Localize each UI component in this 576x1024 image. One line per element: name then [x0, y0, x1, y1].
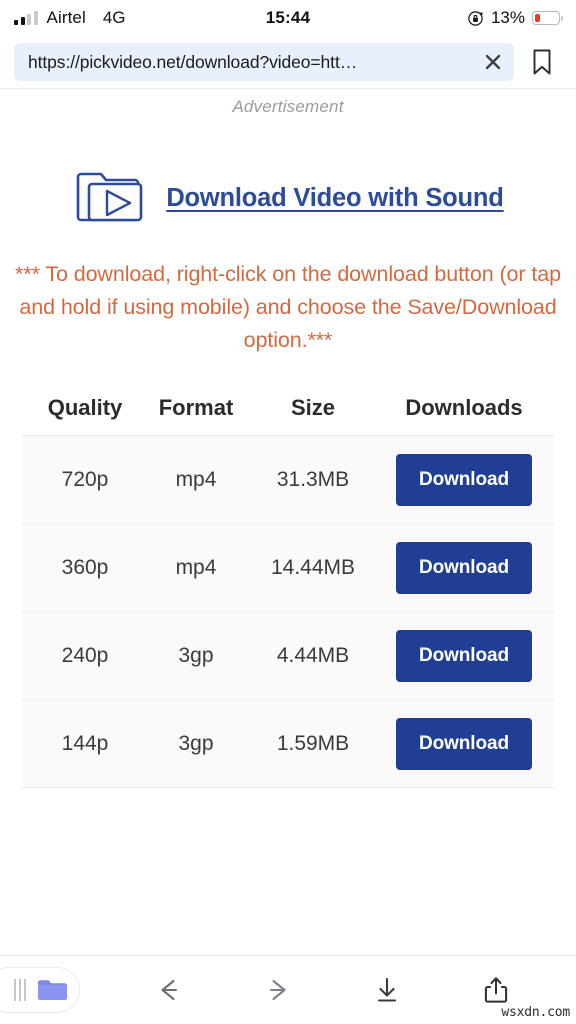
- cell-format: 3gp: [178, 731, 214, 755]
- cell-download: Download: [378, 453, 550, 506]
- watermark: wsxdn.com: [501, 1005, 570, 1020]
- network-type-label: 4G: [102, 8, 126, 27]
- download-button[interactable]: Download: [396, 629, 532, 682]
- cell-format: 3gp: [178, 643, 214, 667]
- page-content: Advertisement Download Video with Sound …: [0, 88, 576, 955]
- cell-size: 1.59MB: [276, 731, 350, 755]
- cell-size: 14.44MB: [270, 555, 356, 579]
- close-icon[interactable]: [478, 47, 508, 77]
- promo-banner[interactable]: Download Video with Sound: [0, 165, 576, 232]
- downloads-table: Quality Format Size Downloads 720p mp4 3…: [22, 395, 554, 788]
- cell-quality: 720p: [61, 467, 109, 491]
- folder-icon: [37, 978, 67, 1002]
- cell-size: 4.44MB: [276, 643, 350, 667]
- status-bar: Airtel 4G 15:44 13%: [0, 0, 576, 36]
- signal-strength-icon: [14, 11, 38, 25]
- download-button[interactable]: Download: [396, 453, 532, 506]
- cell-download: Download: [378, 629, 550, 682]
- advertisement-label: Advertisement: [232, 97, 344, 116]
- browser-toolbar: wsxdn.com: [0, 955, 576, 1024]
- tab-stack-icon: [13, 979, 26, 1001]
- arrow-right-icon[interactable]: [254, 966, 302, 1014]
- download-arrow-icon[interactable]: [363, 966, 411, 1014]
- cell-format: mp4: [175, 467, 217, 491]
- url-input[interactable]: https://pickvideo.net/download?video=htt…: [14, 43, 514, 81]
- column-header-quality: Quality: [47, 395, 123, 420]
- column-header-size: Size: [290, 395, 336, 420]
- table-row: 360p mp4 14.44MB Download: [22, 524, 554, 612]
- cell-quality: 240p: [61, 643, 109, 667]
- download-button[interactable]: Download: [396, 717, 532, 770]
- battery-percentage-label: 13%: [490, 8, 525, 27]
- status-bar-left: Airtel 4G: [14, 8, 126, 28]
- table-row: 144p 3gp 1.59MB Download: [22, 700, 554, 788]
- carrier-label: Airtel: [46, 8, 86, 27]
- url-text: https://pickvideo.net/download?video=htt…: [28, 51, 358, 72]
- table-header-row: Quality Format Size Downloads: [22, 395, 554, 436]
- status-bar-right: 13%: [467, 8, 564, 28]
- cell-download: Download: [378, 541, 550, 594]
- bookmark-icon[interactable]: [522, 42, 562, 82]
- cell-quality: 144p: [61, 731, 109, 755]
- cell-download: Download: [378, 717, 550, 770]
- browser-screen: Airtel 4G 15:44 13% https://pickvideo.ne…: [0, 0, 576, 1024]
- cell-quality: 360p: [61, 555, 109, 579]
- column-header-downloads: Downloads: [405, 395, 523, 420]
- table-row: 720p mp4 31.3MB Download: [22, 436, 554, 524]
- cell-format: mp4: [175, 555, 217, 579]
- download-instructions: *** To download, right-click on the down…: [15, 262, 561, 352]
- video-folder-icon: [72, 165, 144, 232]
- arrow-left-icon[interactable]: [145, 966, 193, 1014]
- battery-icon: [532, 11, 564, 25]
- column-header-format: Format: [158, 395, 234, 420]
- cell-size: 31.3MB: [276, 467, 350, 491]
- rotation-lock-icon: [467, 10, 484, 27]
- download-button[interactable]: Download: [396, 541, 532, 594]
- table-row: 240p 3gp 4.44MB Download: [22, 612, 554, 700]
- tab-switcher-button[interactable]: [0, 967, 80, 1013]
- promo-link[interactable]: Download Video with Sound: [166, 184, 504, 213]
- address-bar: https://pickvideo.net/download?video=htt…: [0, 36, 576, 88]
